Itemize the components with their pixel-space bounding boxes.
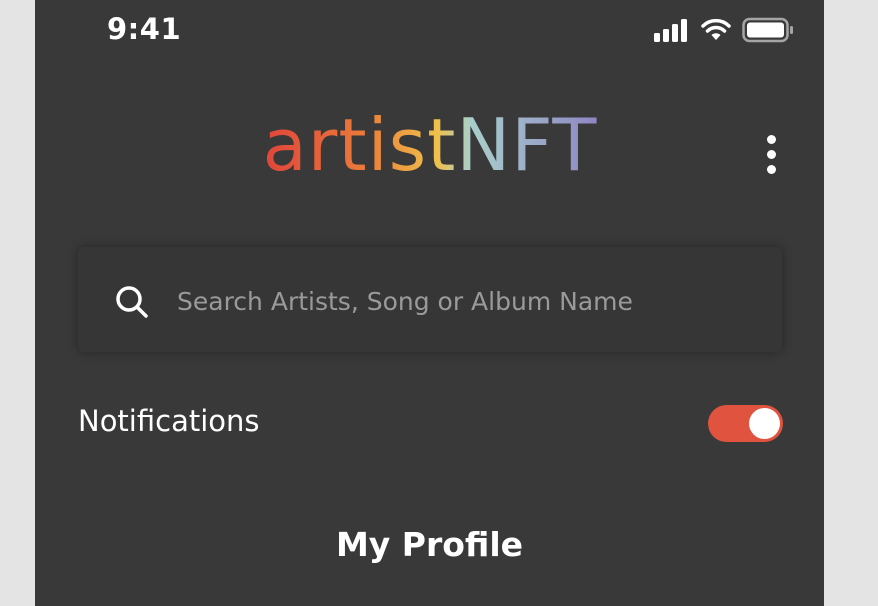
app-screen: 9:41 artistNFT Search Artists, Song or A… xyxy=(35,0,824,606)
svg-text:artistNFT: artistNFT xyxy=(262,103,597,186)
search-input[interactable] xyxy=(175,277,769,325)
search-icon xyxy=(116,286,148,318)
wifi-icon xyxy=(701,18,731,40)
search-bar[interactable] xyxy=(78,247,782,352)
app-logo: artistNFT xyxy=(35,96,824,206)
logo-text-nft: NFT xyxy=(456,103,597,186)
status-icons xyxy=(654,16,794,44)
more-vertical-icon-dot xyxy=(766,164,776,174)
toggle-knob xyxy=(749,408,780,439)
my-profile-heading: My Profile xyxy=(335,525,524,564)
more-options-button[interactable] xyxy=(751,128,791,180)
notifications-label: Notifications xyxy=(78,404,260,438)
battery-icon xyxy=(742,17,793,43)
status-time: 9:41 xyxy=(107,12,182,46)
logo-text-artist: artist xyxy=(262,103,456,186)
more-vertical-icon-dot xyxy=(766,149,776,159)
more-vertical-icon xyxy=(766,134,776,144)
logo-wordmark: artistNFT xyxy=(262,103,597,186)
status-bar: 9:41 xyxy=(35,0,824,60)
cellular-signal-icon xyxy=(654,19,687,42)
notifications-toggle[interactable] xyxy=(708,405,783,442)
